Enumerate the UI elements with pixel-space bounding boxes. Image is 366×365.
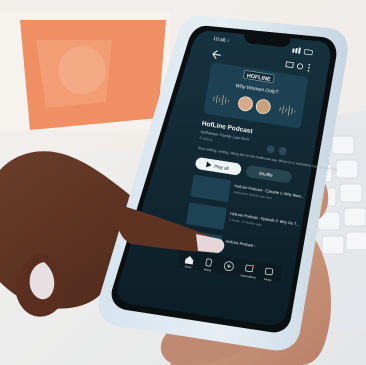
finger-overlay bbox=[116, 205, 225, 253]
photo-scene: 10:46 ↑ HOFLINE Why Women Only? HofLine … bbox=[0, 0, 366, 365]
